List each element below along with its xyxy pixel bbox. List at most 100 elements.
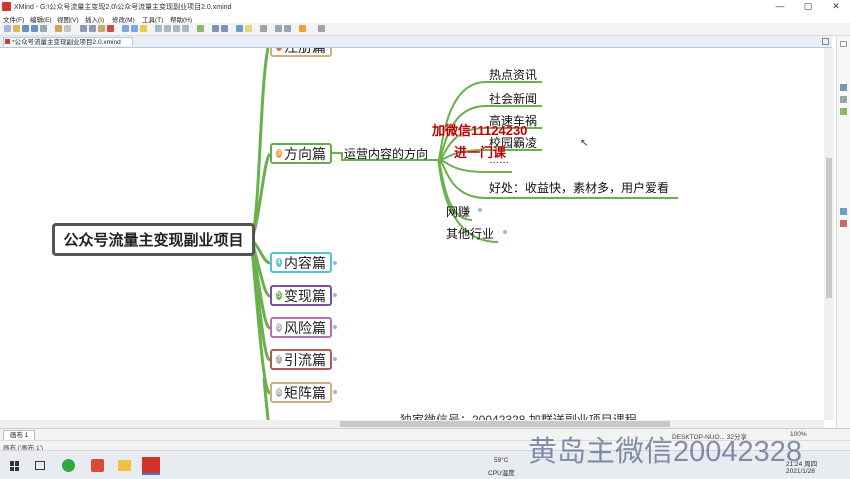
markers-icon[interactable] xyxy=(840,108,847,115)
subtopic-other-industry[interactable]: 其他行业 xyxy=(446,225,494,242)
weather-temp: 59°C xyxy=(494,457,509,464)
new-icon[interactable] xyxy=(4,25,11,32)
branch-number-icon: 6 xyxy=(276,323,282,332)
upgrade-icon[interactable] xyxy=(299,25,306,32)
app-green-icon[interactable] xyxy=(62,459,75,472)
delete-icon[interactable] xyxy=(107,25,114,32)
summary-icon[interactable] xyxy=(182,25,189,32)
print-icon[interactable] xyxy=(40,25,47,32)
document-tab[interactable]: *公众号流量主变现副业项目2.0.xmind xyxy=(3,37,133,46)
leaf-topic[interactable]: 热点资讯 xyxy=(489,66,537,83)
subtopic-icon[interactable] xyxy=(131,25,138,32)
mindmap-canvas[interactable]: 公众号流量主变现副业项目 2 注册篇 3 方向篇 4 内容篇 5 变现篇 6 风… xyxy=(2,48,824,420)
branch-matrix[interactable]: 8 矩阵篇 xyxy=(270,382,332,403)
boundary-icon[interactable] xyxy=(173,25,180,32)
expand-dot-icon[interactable] xyxy=(503,230,507,234)
branch-label: 方向篇 xyxy=(284,145,326,162)
branch-number-icon: 2 xyxy=(276,48,282,51)
branch-risk[interactable]: 6 风险篇 xyxy=(270,317,332,338)
floating-icon[interactable] xyxy=(155,25,162,32)
expand-dot-icon[interactable] xyxy=(333,261,337,265)
branch-number-icon: 8 xyxy=(276,388,282,397)
overview-icon[interactable] xyxy=(840,208,847,215)
scroll-thumb[interactable] xyxy=(340,421,670,427)
zoom-icon[interactable] xyxy=(260,25,267,32)
marker-icon[interactable] xyxy=(197,25,204,32)
branch-label: 内容篇 xyxy=(284,254,326,271)
bottom-watermark: 独家微信号：20042328 加群送副业项目课程 xyxy=(400,413,637,420)
copy-icon[interactable] xyxy=(89,25,96,32)
open-icon[interactable] xyxy=(13,25,20,32)
branch-number-icon: 5 xyxy=(276,291,282,300)
branch-number-icon: 7 xyxy=(276,355,282,364)
expand-dot-icon[interactable] xyxy=(333,293,337,297)
file-explorer-icon[interactable] xyxy=(118,460,131,471)
image-icon[interactable] xyxy=(236,25,243,32)
window-title: XMind - G:\公众号流量主变现2.0\公众号流量主变现副业项目2.0.x… xyxy=(14,4,232,11)
panel-minimize-icon[interactable] xyxy=(840,41,847,47)
scroll-thumb[interactable] xyxy=(826,158,832,298)
branch-label: 引流篇 xyxy=(284,351,326,368)
properties-icon[interactable] xyxy=(840,96,847,103)
outline-icon[interactable] xyxy=(840,84,847,91)
attachment-icon[interactable] xyxy=(221,25,228,32)
branch-label: 注册篇 xyxy=(284,48,326,57)
vertical-scrollbar[interactable] xyxy=(824,48,834,420)
save-icon[interactable] xyxy=(22,25,29,32)
minimize-button[interactable]: — xyxy=(766,0,794,13)
weather-label: CPU温度 xyxy=(488,470,515,477)
branch-monetize[interactable]: 5 变现篇 xyxy=(270,285,332,306)
leaf-topic[interactable]: 好处：收益快，素材多，用户爱看 xyxy=(489,179,669,196)
link-icon[interactable] xyxy=(212,25,219,32)
branch-direction[interactable]: 3 方向篇 xyxy=(270,143,332,164)
subtopic-online-earning[interactable]: 网赚 xyxy=(446,203,470,220)
root-topic[interactable]: 公众号流量主变现副业项目 xyxy=(52,223,255,256)
cut-icon[interactable] xyxy=(80,25,87,32)
subtopic-direction[interactable]: 运营内容的方向 xyxy=(344,145,428,162)
drill-icon[interactable] xyxy=(275,25,282,32)
branch-content[interactable]: 4 内容篇 xyxy=(270,252,332,273)
toolbar xyxy=(0,23,850,36)
save-all-icon[interactable] xyxy=(31,25,38,32)
maximize-button[interactable]: ▢ xyxy=(794,0,822,13)
document-tab-bar: *公众号流量主变现副业项目2.0.xmind xyxy=(0,36,832,48)
paste-icon[interactable] xyxy=(98,25,105,32)
menu-bar: 文件(F) 编辑(E) 视图(V) 插入(I) 修改(M) 工具(T) 帮助(H… xyxy=(0,13,850,24)
branch-label: 风险篇 xyxy=(284,319,326,336)
expand-dot-icon[interactable] xyxy=(333,325,337,329)
leaf-topic[interactable]: 社会新闻 xyxy=(489,90,537,107)
pin-icon[interactable] xyxy=(284,25,291,32)
wechat-watermark: 加微信11124230 xyxy=(432,123,528,138)
branch-number-icon: 4 xyxy=(276,258,282,267)
branch-traffic[interactable]: 7 引流篇 xyxy=(270,349,332,370)
mouse-cursor-icon: ↖ xyxy=(580,138,589,149)
branch-label: 变现篇 xyxy=(284,287,326,304)
relationship-icon[interactable] xyxy=(164,25,171,32)
branch-number-icon: 3 xyxy=(276,149,282,158)
horizontal-scrollbar[interactable] xyxy=(0,420,824,428)
maximize-editor-icon[interactable] xyxy=(822,38,829,45)
redo-icon[interactable] xyxy=(64,25,71,32)
title-bar: XMind - G:\公众号流量主变现2.0\公众号流量主变现副业项目2.0.x… xyxy=(0,0,850,13)
note-icon[interactable] xyxy=(245,25,252,32)
expand-dot-icon[interactable] xyxy=(333,390,337,394)
right-panel-strip xyxy=(836,36,850,436)
xmind-logo-icon xyxy=(2,2,11,11)
search-icon[interactable] xyxy=(318,25,325,32)
close-button[interactable]: ✕ xyxy=(822,0,850,13)
app-red-icon[interactable] xyxy=(91,459,104,472)
idea-icon[interactable] xyxy=(140,25,147,32)
task-view-icon[interactable] xyxy=(35,461,45,470)
styles-icon[interactable] xyxy=(840,220,847,227)
branch-register[interactable]: 2 注册篇 xyxy=(270,48,332,57)
expand-dot-icon[interactable] xyxy=(333,357,337,361)
expand-dot-icon[interactable] xyxy=(478,208,482,212)
corner-watermark: 黄岛主微信20042328 xyxy=(528,436,803,468)
undo-icon[interactable] xyxy=(55,25,62,32)
root-topic-label: 公众号流量主变现副业项目 xyxy=(63,232,244,249)
course-watermark: 进一门课 xyxy=(454,145,507,160)
xmind-file-icon xyxy=(5,39,10,44)
xmind-taskbar-icon[interactable] xyxy=(142,457,160,475)
windows-start-icon[interactable] xyxy=(10,461,20,471)
topic-icon[interactable] xyxy=(122,25,129,32)
